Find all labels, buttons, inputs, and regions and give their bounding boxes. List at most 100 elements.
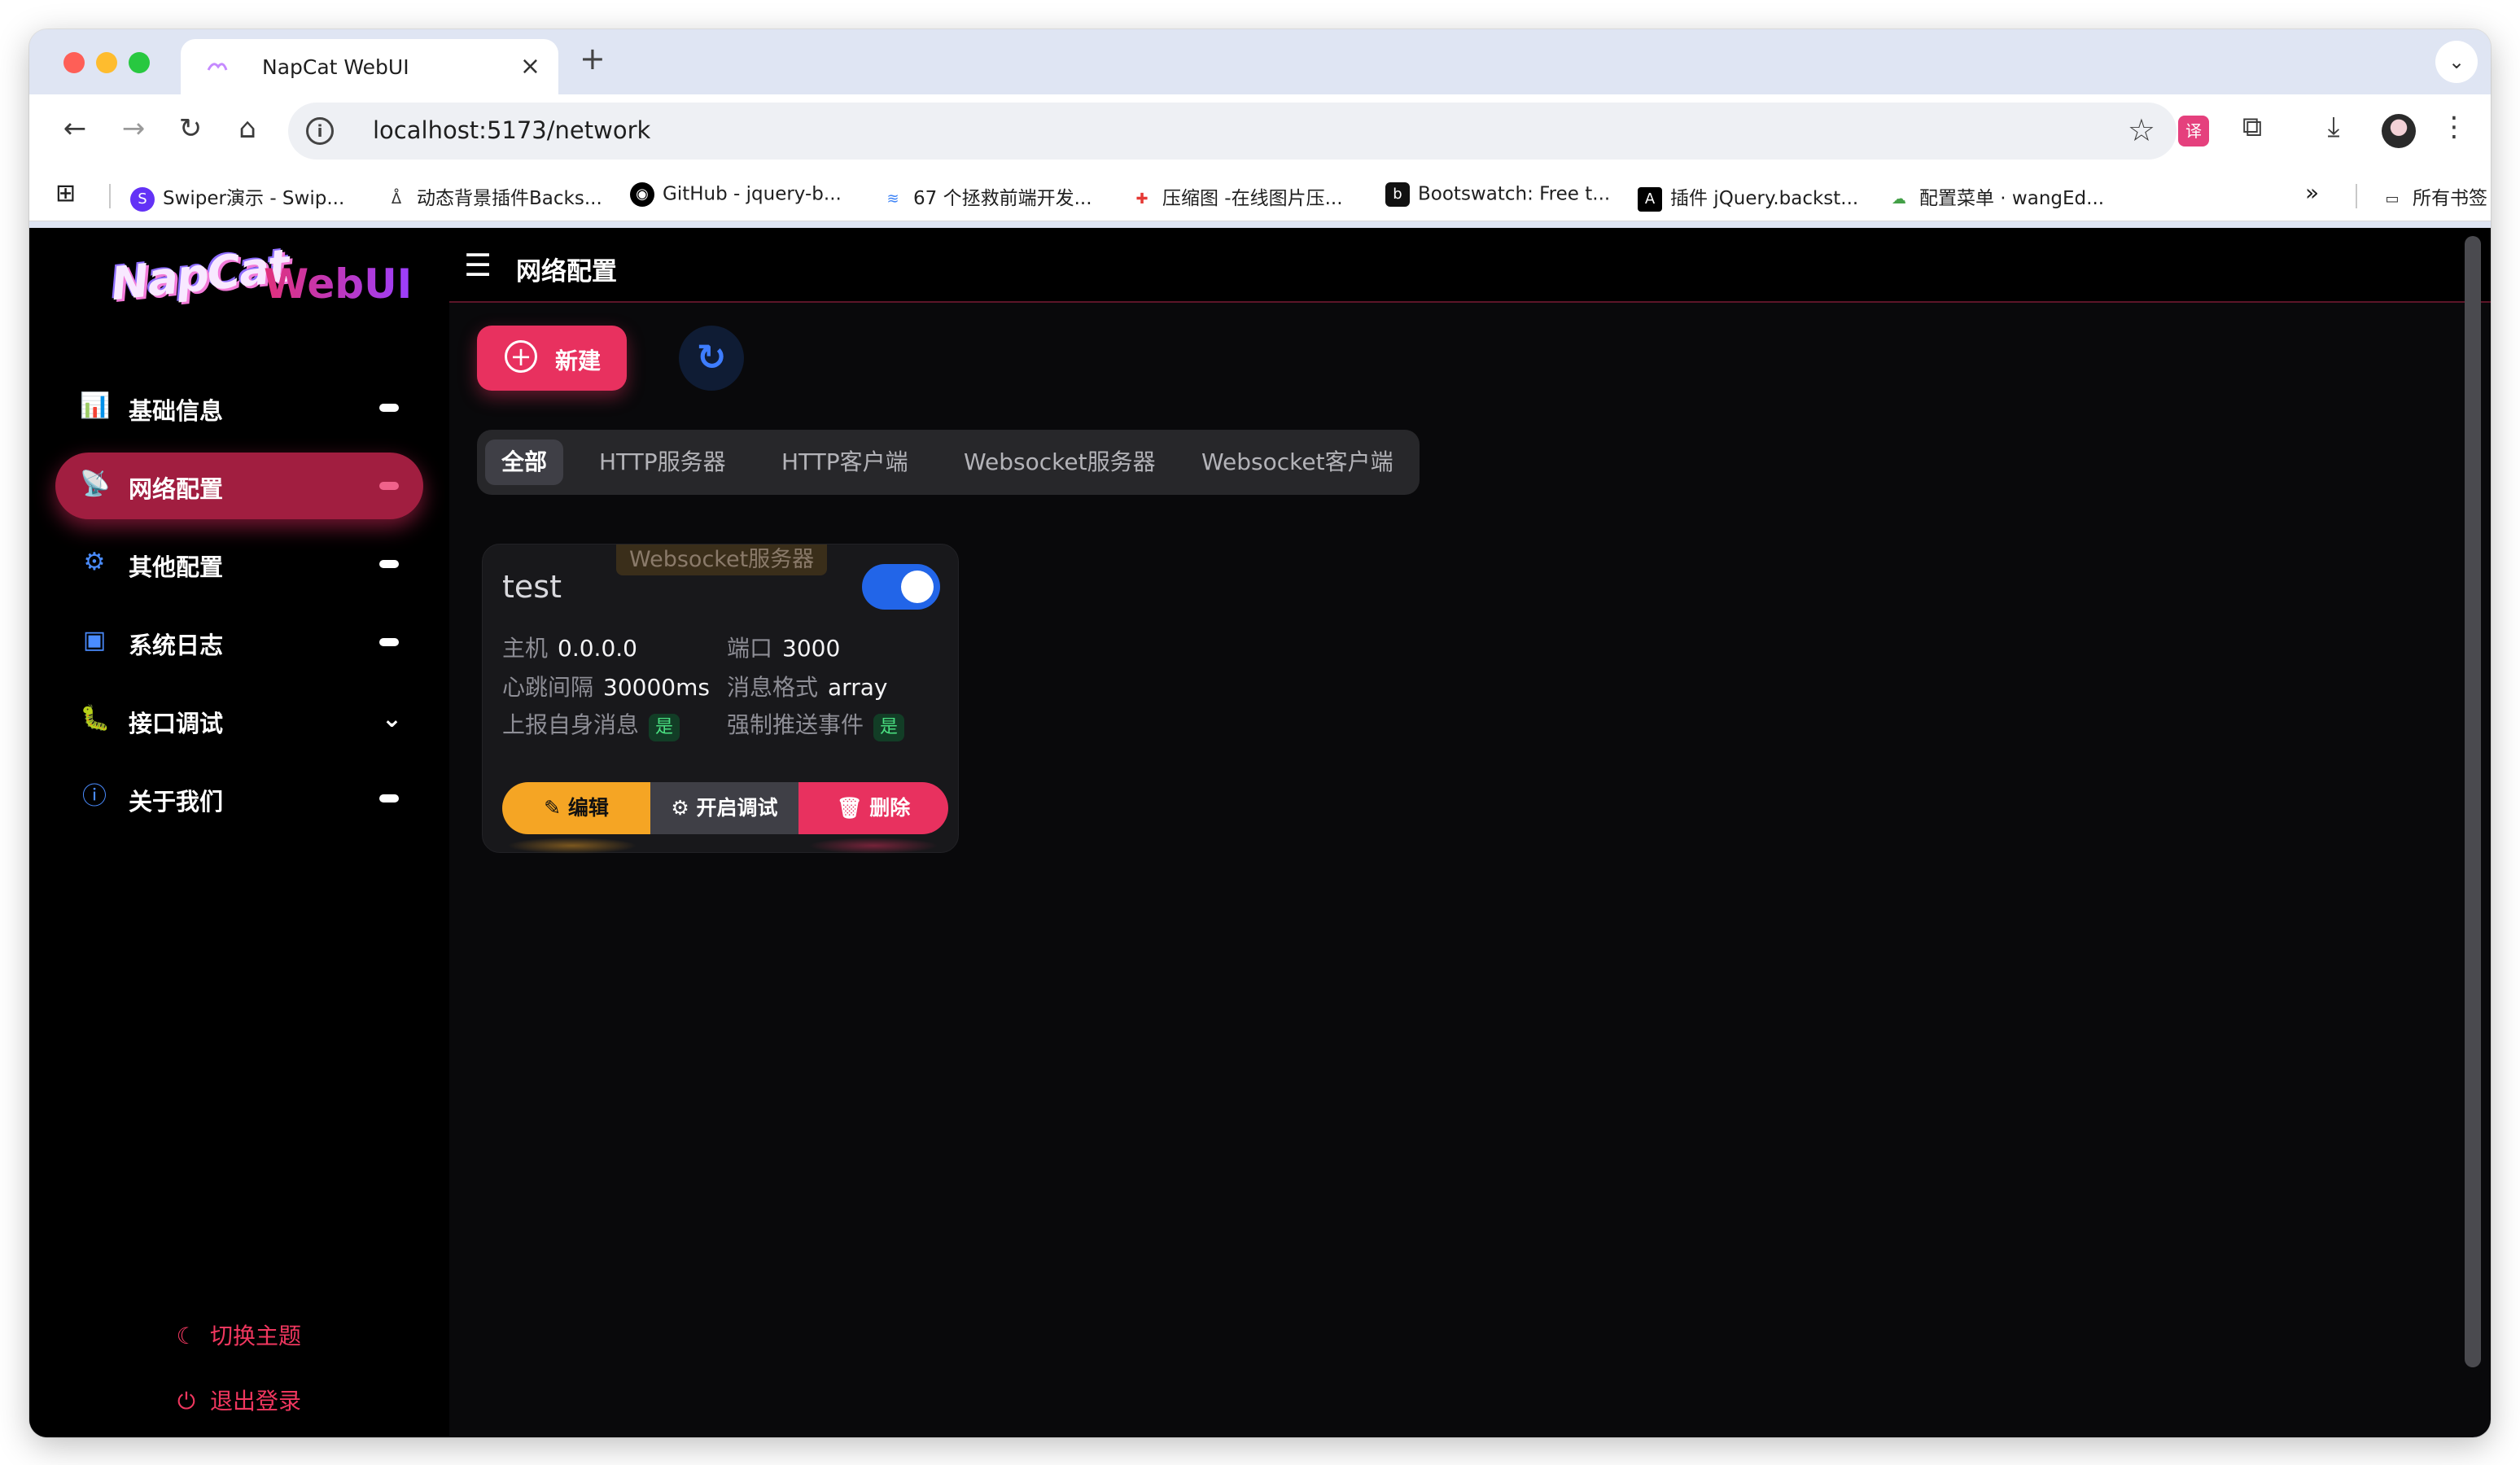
format-value: array	[828, 674, 888, 701]
home-icon[interactable]: ⌂	[228, 112, 267, 145]
more-menu-icon[interactable]: ⋮	[2434, 111, 2474, 143]
apps-grid-icon[interactable]: ⊞	[55, 179, 76, 208]
extensions-puzzle-icon[interactable]: ⧉	[2232, 111, 2273, 143]
bootswatch-icon: b	[1385, 182, 1410, 207]
format-label: 消息格式	[727, 674, 819, 701]
bookmark-item[interactable]: ✚ 压缩图 -在线图片压...	[1130, 182, 1343, 212]
bookmark-item[interactable]: b Bootswatch: Free t...	[1385, 182, 1610, 207]
top-bar: ☰ 网络配置	[449, 228, 2491, 303]
letter-a-icon: A	[1638, 186, 1662, 212]
force-push-badge: 是	[873, 714, 905, 741]
sidebar-item-other-config[interactable]: ⚙ 其他配置	[55, 531, 423, 597]
logout-button[interactable]: ⏻ 退出登录	[173, 1384, 301, 1416]
browser-toolbar: ← → ↻ ⌂ i localhost:5173/network ☆ 译 ⧉ ⤓…	[29, 94, 2491, 169]
trash-icon: 🗑	[836, 796, 870, 820]
refresh-button[interactable]: ↻	[679, 326, 744, 391]
browser-tab-active[interactable]: NapCat WebUI ×	[181, 39, 558, 94]
profile-avatar-icon[interactable]	[2382, 114, 2416, 148]
format-row: 消息格式 array	[727, 670, 887, 702]
sidebar-item-label: 网络配置	[129, 475, 224, 503]
minimize-window-button[interactable]	[96, 52, 117, 73]
card-action-group: ✎ 编辑 ⚙ 开启调试 🗑 删除	[502, 782, 948, 834]
plus-circle-icon: +	[505, 340, 537, 373]
all-bookmarks-label: 所有书签	[2413, 188, 2487, 209]
theme-toggle-button[interactable]: ☾ 切换主题	[173, 1318, 301, 1351]
forward-icon[interactable]: →	[114, 112, 153, 145]
network-config-card: Websocket服务器 test 主机 0.0.0.0 端口 3000 心跳间隔 3…	[482, 544, 959, 854]
delete-button[interactable]: 🗑 删除	[798, 782, 948, 834]
tab-search-chevron-icon[interactable]: ⌄	[2435, 41, 2478, 83]
translate-extension-icon[interactable]: 译	[2178, 116, 2209, 146]
tab-all[interactable]: 全部	[485, 440, 564, 485]
bookmark-separator	[109, 184, 111, 208]
app-page: NapCat WebUI 📊 基础信息 📡 网络配置 ⚙ 其他配置 ▣ 系统日志	[29, 228, 2491, 1437]
tab-http-client[interactable]: HTTP客户端	[765, 440, 925, 485]
network-icon: 📡	[80, 470, 111, 498]
tab-websocket-client[interactable]: Websocket客户端	[1185, 440, 1410, 485]
folder-icon: ▭	[2385, 190, 2400, 208]
url-text[interactable]: localhost:5173/network	[373, 116, 650, 144]
toggle-knob	[901, 571, 934, 603]
bookmark-item[interactable]: A 插件 jQuery.backst...	[1638, 182, 1858, 212]
bookmark-star-icon[interactable]: ☆	[2128, 112, 2155, 148]
page-scrollbar[interactable]	[2465, 236, 2481, 1367]
dashboard-icon: 📊	[80, 391, 111, 420]
new-tab-button[interactable]: +	[580, 41, 606, 77]
bookmark-item[interactable]: S Swiper演示 - Swip...	[130, 182, 344, 212]
main-content: ☰ 网络配置 + 新建 ↻ 全部 HTTP服务器 HTTP客户端 Websock…	[449, 228, 2491, 1437]
app-logo: NapCat WebUI	[108, 240, 436, 326]
edit-glow	[507, 837, 637, 854]
bookmark-label: GitHub - jquery-b...	[663, 183, 842, 205]
bookmark-item[interactable]: ☁ 配置菜单 · wangEd...	[1887, 182, 2104, 212]
bookmark-label: 插件 jQuery.backst...	[1670, 188, 1859, 209]
host-value: 0.0.0.0	[558, 635, 637, 662]
back-icon[interactable]: ←	[55, 112, 94, 145]
chevron-down-icon[interactable]: ⌄	[382, 705, 402, 733]
sidebar-item-api-debug[interactable]: 🐛 接口调试 ⌄	[55, 687, 423, 754]
sidebar-item-about[interactable]: ⓘ 关于我们	[55, 765, 423, 832]
bookmark-item[interactable]: ᐂ 动态背景插件Backs...	[384, 182, 602, 212]
dash-indicator-icon	[379, 794, 399, 802]
tab-http-server[interactable]: HTTP服务器	[583, 440, 742, 485]
all-bookmarks-folder[interactable]: ▭ 所有书签	[2380, 182, 2487, 212]
close-tab-icon[interactable]: ×	[520, 52, 540, 81]
bookmark-item[interactable]: ≋ 67 个拯救前端开发...	[881, 182, 1092, 212]
host-label: 主机	[502, 635, 549, 662]
bookmark-item[interactable]: ◉ GitHub - jquery-b...	[630, 182, 842, 207]
sidebar-item-basic-info[interactable]: 📊 基础信息	[55, 374, 423, 441]
tab-websocket-server[interactable]: Websocket服务器	[947, 440, 1172, 485]
sidebar-item-label: 其他配置	[129, 553, 224, 581]
enable-toggle[interactable]	[862, 564, 940, 610]
reload-icon[interactable]: ↻	[171, 112, 210, 145]
more-bookmarks-icon[interactable]: »	[2305, 179, 2319, 206]
refresh-icon: ↻	[696, 337, 727, 378]
sidebar-item-label: 基础信息	[129, 397, 224, 425]
delete-glow	[808, 837, 938, 854]
maximize-window-button[interactable]	[129, 52, 150, 73]
delete-label: 删除	[869, 796, 911, 820]
tab-title: NapCat WebUI	[262, 55, 409, 79]
download-icon[interactable]: ⤓	[2313, 111, 2354, 143]
sidebar-item-network[interactable]: 📡 网络配置	[55, 453, 423, 519]
sidebar: NapCat WebUI 📊 基础信息 📡 网络配置 ⚙ 其他配置 ▣ 系统日志	[29, 228, 449, 1437]
edit-button[interactable]: ✎ 编辑	[502, 782, 650, 834]
report-self-label: 上报自身消息	[502, 711, 640, 738]
menu-toggle-icon[interactable]: ☰	[464, 247, 492, 283]
site-info-icon[interactable]: i	[306, 117, 334, 145]
dash-indicator-icon	[379, 404, 399, 412]
tab-strip: NapCat WebUI × + ⌄	[29, 29, 2491, 94]
napcat-favicon-icon	[207, 63, 228, 71]
address-bar[interactable]: i localhost:5173/network ☆	[288, 103, 2177, 160]
bookmark-separator	[2356, 184, 2357, 208]
bookmark-label: 动态背景插件Backs...	[417, 188, 602, 209]
config-type-tabs: 全部 HTTP服务器 HTTP客户端 Websocket服务器 Websocke…	[477, 430, 1420, 495]
swiper-icon: S	[130, 186, 155, 212]
host-row: 主机 0.0.0.0	[502, 631, 637, 663]
close-window-button[interactable]	[63, 52, 85, 73]
bookmark-label: 压缩图 -在线图片压...	[1162, 188, 1343, 209]
bookmark-label: Swiper演示 - Swip...	[163, 188, 345, 209]
moon-icon: ☾	[176, 1323, 197, 1349]
debug-button[interactable]: ⚙ 开启调试	[650, 782, 798, 834]
new-config-button[interactable]: + 新建	[477, 326, 627, 391]
sidebar-item-system-log[interactable]: ▣ 系统日志	[55, 609, 423, 676]
